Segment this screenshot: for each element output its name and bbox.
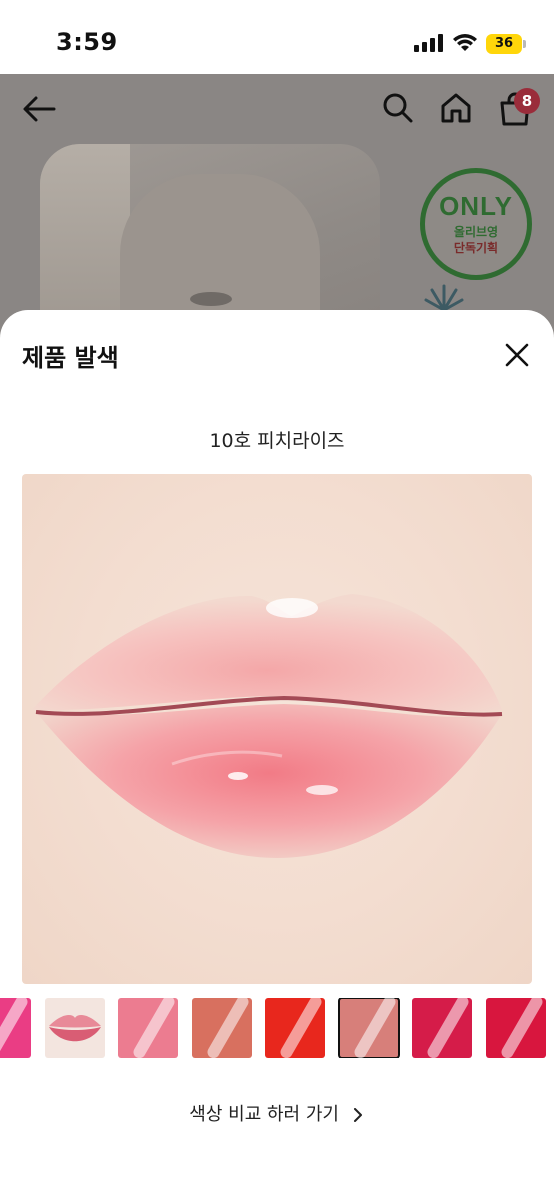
only-badge-line2: 단독기획 bbox=[453, 241, 499, 255]
status-time: 3:59 bbox=[56, 28, 118, 56]
status-bar: 3:59 36 bbox=[0, 0, 554, 74]
search-icon bbox=[383, 93, 413, 123]
wifi-icon bbox=[453, 34, 477, 51]
only-badge-line1: 올리브영 bbox=[453, 225, 499, 239]
color-swatch[interactable] bbox=[118, 998, 178, 1058]
only-badge: ONLY 올리브영 단독기획 bbox=[420, 168, 532, 280]
color-swatch[interactable] bbox=[412, 998, 472, 1058]
lip-swatch-photo bbox=[22, 474, 532, 984]
arrow-left-icon bbox=[23, 96, 56, 122]
color-swatch[interactable] bbox=[338, 998, 400, 1058]
swatch-carousel[interactable] bbox=[0, 998, 554, 1058]
color-swatch[interactable] bbox=[0, 998, 31, 1058]
color-swatch[interactable] bbox=[265, 998, 325, 1058]
sheet-title: 제품 발색 bbox=[22, 344, 119, 372]
shade-name: 10호 피치라이즈 bbox=[209, 430, 345, 452]
battery-cap bbox=[523, 40, 526, 48]
color-swatch[interactable] bbox=[486, 998, 546, 1058]
battery-indicator: 36 bbox=[486, 34, 522, 54]
chevron-right-icon bbox=[353, 1108, 362, 1122]
model-eye bbox=[190, 292, 232, 306]
color-swatch-sheet: 제품 발색 10호 피치라이즈 색상 비교 하러 가기 bbox=[0, 310, 554, 1200]
color-swatch[interactable] bbox=[45, 998, 105, 1058]
leaf-icon bbox=[424, 284, 464, 310]
cart-count-badge: 8 bbox=[514, 88, 540, 114]
only-badge-title: ONLY bbox=[439, 191, 513, 221]
home-icon bbox=[441, 93, 471, 123]
close-icon[interactable] bbox=[500, 338, 534, 372]
compare-colors-link[interactable]: 색상 비교 하러 가기 bbox=[0, 1100, 554, 1126]
lip-illustration bbox=[32, 594, 503, 858]
compare-colors-label: 색상 비교 하러 가기 bbox=[189, 1104, 339, 1125]
signal-icon bbox=[414, 34, 444, 52]
color-swatch[interactable] bbox=[192, 998, 252, 1058]
